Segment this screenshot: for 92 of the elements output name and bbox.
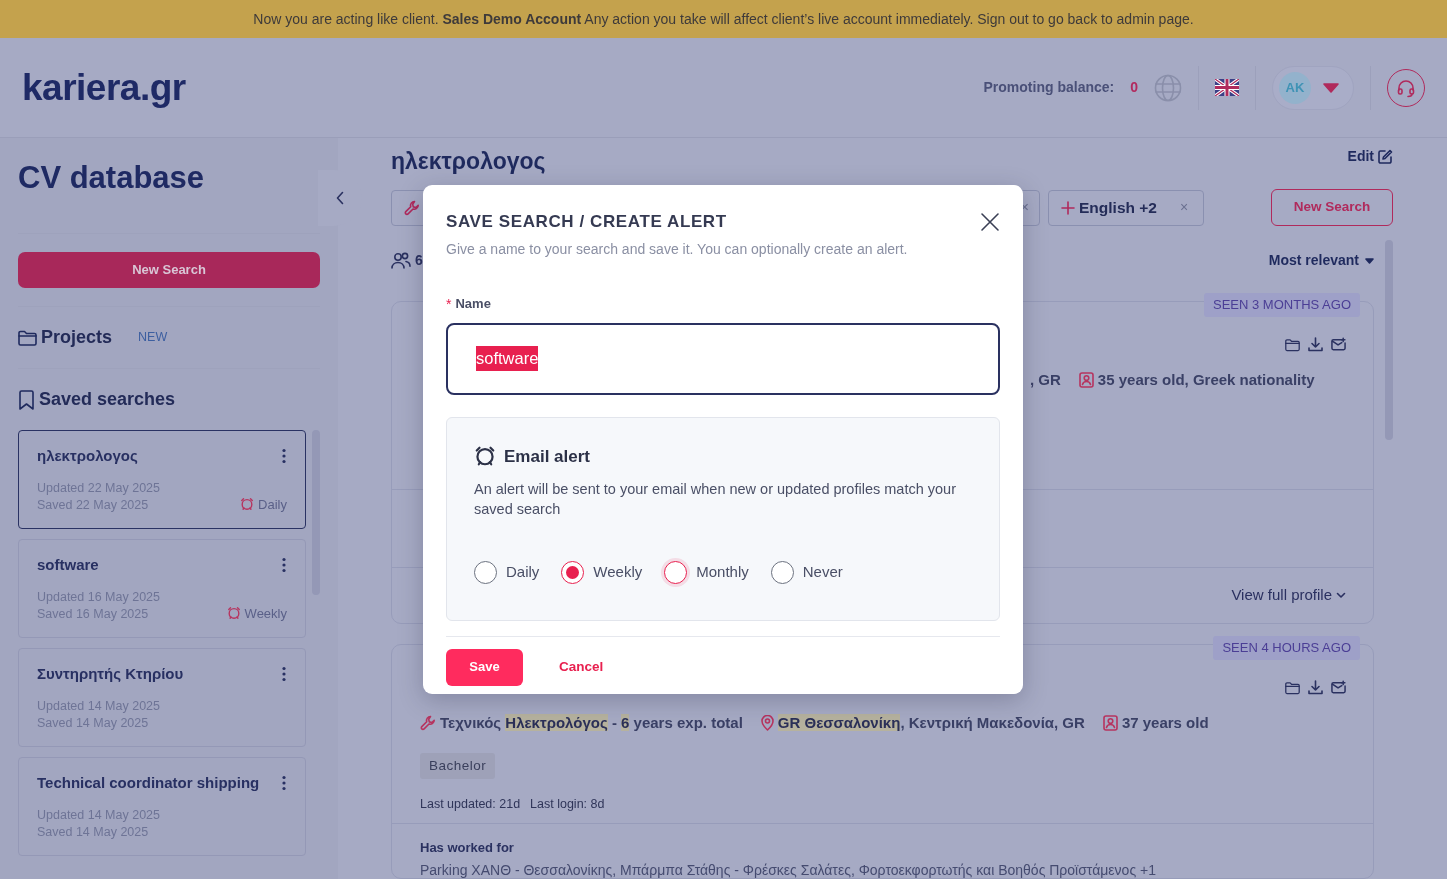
person-icon <box>1078 372 1094 389</box>
kebab-icon <box>281 666 287 683</box>
dialog-subtitle: Give a name to your search and save it. You can optionally create an alert. <box>446 239 908 259</box>
section-label: Has worked for <box>420 839 515 857</box>
panel-description: An alert will be sent to your email when new or updated profiles match your saved search <box>474 480 957 519</box>
last-login: Last login: 8d <box>530 795 605 813</box>
person-icon <box>1102 715 1118 732</box>
people-icon <box>391 252 411 269</box>
section-title: Saved searches <box>39 388 176 411</box>
mail-icon <box>1331 680 1346 694</box>
location-text: GR Θεσσαλονίκη, Κεντρική Μακεδονία, GR <box>777 713 1085 733</box>
cancel-button[interactable]: Cancel <box>559 656 604 678</box>
bookmark-icon <box>18 389 35 410</box>
kebab-icon <box>281 448 287 465</box>
panel-title: Email alert <box>504 445 590 468</box>
last-updated: Last updated: 21d <box>420 795 521 813</box>
balance-value: 0 <box>1130 78 1138 97</box>
saved-search-name: Συντηρητής Κτηρίου <box>37 664 184 684</box>
mail-button[interactable] <box>1331 337 1346 353</box>
globe-icon <box>1154 73 1182 102</box>
logo[interactable]: kariera.gr <box>22 59 186 116</box>
kebab-icon <box>281 557 287 574</box>
required-mark: * <box>446 294 452 314</box>
new-label: NEW <box>138 329 168 347</box>
folder-icon <box>1285 337 1300 353</box>
location-text: , GR <box>1030 370 1061 390</box>
age-text: 37 years old <box>1121 713 1209 733</box>
wrench-icon <box>420 715 436 732</box>
folder-button[interactable] <box>1285 680 1300 696</box>
admin-notice: Now you are acting like client. Sales Demo Account Any action you take will affect client’s live account immediately. Sign out to go back to admin page. <box>253 9 1194 29</box>
edit-button[interactable]: Edit <box>1347 145 1393 167</box>
field-label: Name <box>455 295 491 314</box>
mail-button[interactable] <box>1331 680 1346 696</box>
folder-icon <box>18 329 37 346</box>
age-text: 35 years old, Greek nationality <box>1097 370 1315 390</box>
radio-option[interactable]: Daily <box>474 561 540 584</box>
chevron-down-icon <box>1336 592 1346 599</box>
headset-icon <box>1396 77 1416 98</box>
job-title: Τεχνικός Ηλεκτρολόγος - 6 years exp. total <box>440 713 743 733</box>
caret-icon <box>1365 257 1374 264</box>
download-button[interactable] <box>1308 680 1323 696</box>
radio-option[interactable]: Monthly <box>664 561 749 584</box>
projects-link[interactable]: Projects <box>41 324 113 351</box>
kebab-icon <box>281 775 287 792</box>
radio-option[interactable]: Never <box>770 561 843 584</box>
more-button[interactable] <box>281 666 287 683</box>
download-icon <box>1308 680 1323 695</box>
radio-option[interactable]: Weekly <box>561 561 643 584</box>
balance-label: Promoting balance: <box>983 78 1115 97</box>
plus-icon <box>1061 200 1075 215</box>
avatar: AK <box>1279 71 1311 104</box>
saved-search-name: ηλεκτρολογος <box>37 446 138 466</box>
save-button[interactable]: Save <box>446 648 523 686</box>
sort-dropdown[interactable]: Most relevant <box>1268 250 1374 271</box>
pin-icon <box>760 715 774 732</box>
alarm-icon <box>226 606 241 621</box>
folder-icon <box>1285 680 1300 696</box>
edit-icon <box>1378 148 1393 164</box>
saved-search-name: Technical coordinator shipping <box>37 773 260 793</box>
radio-button[interactable] <box>664 561 688 584</box>
more-button[interactable] <box>281 448 287 465</box>
saved-search-name: software <box>37 555 99 575</box>
radio-button[interactable] <box>770 561 794 584</box>
new-search-button[interactable]: New Search <box>1271 189 1393 226</box>
education-tag: Bachelor <box>420 752 496 779</box>
mail-icon <box>1331 337 1346 351</box>
alert-frequency: Daily <box>258 495 287 514</box>
wrench-icon <box>404 199 420 216</box>
seen-badge: SEEN 4 HOURS AGO <box>1213 636 1360 660</box>
more-button[interactable] <box>281 557 287 574</box>
dialog-title: SAVE SEARCH / CREATE ALERT <box>446 211 728 233</box>
download-icon <box>1308 337 1323 352</box>
folder-button[interactable] <box>1285 337 1300 353</box>
alert-frequency: Weekly <box>244 604 287 623</box>
alarm-icon <box>240 497 255 512</box>
radio-button[interactable] <box>474 561 497 584</box>
alarm-icon <box>474 445 496 468</box>
new-search-button[interactable]: New Search <box>18 252 320 288</box>
more-button[interactable] <box>281 775 287 792</box>
results-count: 6 <box>415 251 423 270</box>
flag-icon <box>1215 79 1239 96</box>
radio-button[interactable] <box>561 561 585 584</box>
seen-badge: SEEN 3 MONTHS AGO <box>1204 293 1360 317</box>
work-history: Parking ΧΑΝΘ - Θεσσαλονίκης, Μπάρμπα Στάθης - Φρέσκες Σαλάτες, Φορτοεκφορτωτής και Βοηθός Προϊστάμενος +1 <box>420 861 1157 878</box>
search-title: ηλεκτρολογος <box>391 147 546 174</box>
name-field[interactable]: software <box>446 322 1000 395</box>
chevron-left-icon <box>335 191 345 205</box>
caret-icon <box>1323 82 1339 93</box>
download-button[interactable] <box>1308 337 1323 353</box>
close-icon <box>980 211 1000 232</box>
view-profile-link[interactable]: View full profile <box>1231 584 1346 607</box>
filter-chip[interactable]: English +2 <box>1049 190 1165 225</box>
